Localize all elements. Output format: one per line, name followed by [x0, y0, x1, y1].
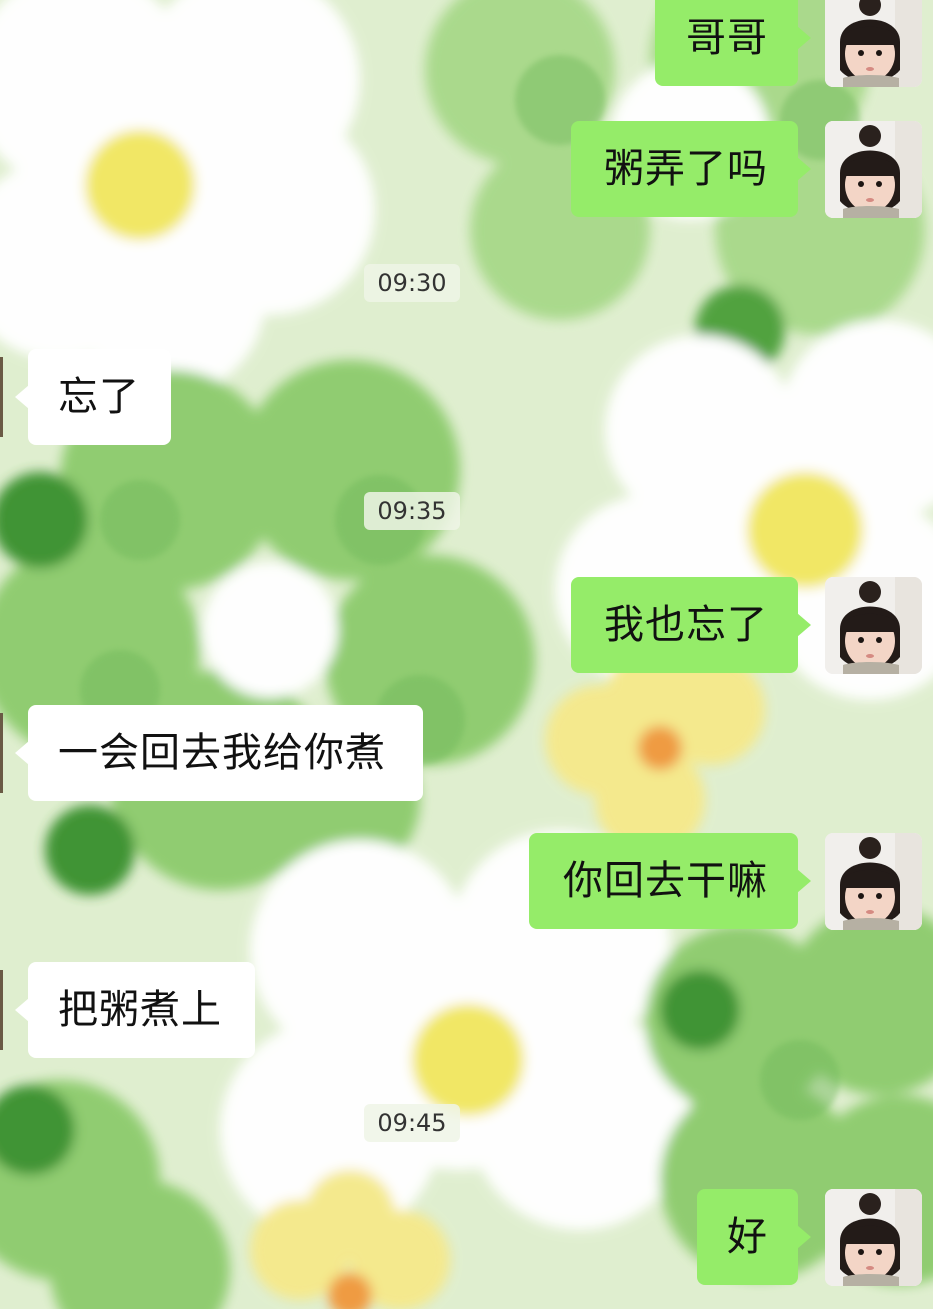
message-bubble-sent[interactable]: 好 [697, 1189, 811, 1285]
chat-thread: 哥哥 粥弄了吗 09:30 忘了 09:35 我也忘了 一会回去我给你煮 你回去… [0, 0, 933, 1309]
avatar-self[interactable] [825, 833, 922, 930]
message-text: 把粥煮上 [58, 987, 222, 1033]
avatar-self[interactable] [825, 121, 922, 218]
child-portrait-avatar-icon [825, 1189, 922, 1286]
message-text: 哥哥 [686, 15, 768, 61]
message-text: 我也忘了 [604, 602, 768, 648]
avatar-self[interactable] [825, 0, 922, 87]
timestamp: 09:30 [364, 264, 460, 302]
message-bubble-received[interactable]: 一会回去我给你煮 [15, 705, 423, 801]
message-text: 好 [727, 1214, 768, 1260]
message-bubble-sent[interactable]: 哥哥 [655, 0, 811, 86]
timestamp: 09:35 [364, 492, 460, 530]
message-text: 忘了 [58, 374, 140, 420]
message-text: 粥弄了吗 [604, 146, 768, 192]
avatar-self[interactable] [825, 577, 922, 674]
message-bubble-received[interactable]: 把粥煮上 [15, 962, 255, 1058]
message-bubble-sent[interactable]: 粥弄了吗 [571, 121, 811, 217]
child-portrait-avatar-icon [825, 121, 922, 218]
timestamp: 09:45 [364, 1104, 460, 1142]
message-text: 你回去干嘛 [563, 858, 768, 904]
avatar-contact-edge[interactable] [0, 357, 3, 437]
child-portrait-avatar-icon [825, 833, 922, 930]
avatar-contact-edge[interactable] [0, 713, 3, 793]
message-bubble-sent[interactable]: 我也忘了 [571, 577, 811, 673]
child-portrait-avatar-icon [825, 577, 922, 674]
message-text: 一会回去我给你煮 [58, 730, 386, 776]
avatar-self[interactable] [825, 1189, 922, 1286]
message-bubble-sent[interactable]: 你回去干嘛 [529, 833, 811, 929]
avatar-contact-edge[interactable] [0, 970, 3, 1050]
child-portrait-avatar-icon [825, 0, 922, 87]
message-bubble-received[interactable]: 忘了 [15, 349, 171, 445]
